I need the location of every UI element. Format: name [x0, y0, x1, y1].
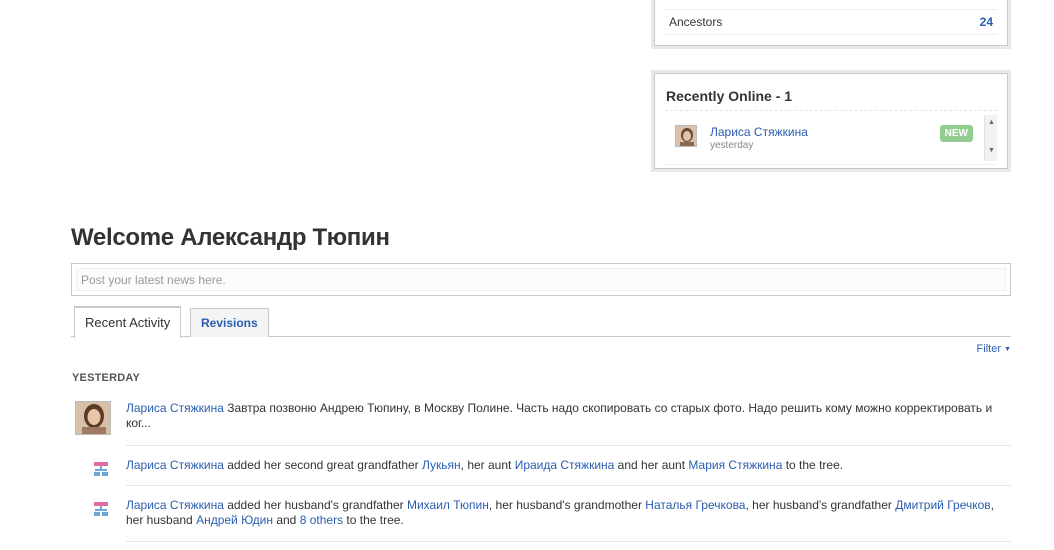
person-link[interactable]: Лукьян: [422, 458, 461, 472]
recently-online-panel: Recently Online - 1 Лариса Стяжкина yest…: [654, 73, 1008, 169]
online-user-list: Лариса Стяжкина yesterday NEW ▲ ▼: [665, 115, 997, 165]
stats-widget: Ancestors 24: [651, 0, 1011, 49]
scroll-up-icon[interactable]: ▲: [988, 119, 995, 126]
page-title: Welcome Александр Тюпин: [71, 224, 390, 251]
activity-user-link[interactable]: Лариса Стяжкина: [126, 458, 224, 472]
recently-online-title: Recently Online - 1: [665, 74, 997, 111]
new-badge: NEW: [939, 125, 973, 142]
online-user-item[interactable]: Лариса Стяжкина yesterday NEW: [665, 115, 983, 161]
activity-user-link[interactable]: Лариса Стяжкина: [126, 401, 224, 415]
activity-item: Лариса Стяжкина added her husband's gran…: [71, 486, 1011, 542]
activity-item: Лариса Стяжкина added her second great g…: [71, 446, 1011, 486]
recently-online-widget: Recently Online - 1 Лариса Стяжкина yest…: [651, 70, 1011, 172]
avatar[interactable]: [675, 125, 697, 147]
activity-text-part: and: [273, 513, 300, 527]
tab-recent-activity[interactable]: Recent Activity: [74, 306, 182, 338]
stat-count[interactable]: 24: [980, 15, 993, 29]
person-link[interactable]: Андрей Юдин: [196, 513, 273, 527]
activity-text-part: , her aunt: [460, 458, 515, 472]
family-tree-icon: [94, 462, 108, 476]
stat-row-ancestors[interactable]: Ancestors 24: [665, 9, 997, 35]
activity-text: Лариса Стяжкина added her husband's gran…: [126, 498, 1011, 528]
activity-text: Лариса Стяжкина added her second great g…: [126, 458, 1011, 473]
online-user-time: yesterday: [710, 140, 754, 151]
activity-text-part: , her husband's grandfather: [745, 498, 896, 512]
activity-user-link[interactable]: Лариса Стяжкина: [126, 498, 224, 512]
activity-text-part: to the tree.: [782, 458, 844, 472]
chevron-down-icon: ▼: [1004, 346, 1011, 353]
news-box: [71, 263, 1011, 296]
activity-text-part: added her husband's grandfather: [223, 498, 407, 512]
person-link[interactable]: Дмитрий Гречков: [895, 498, 990, 512]
person-link[interactable]: Михаил Тюпин: [407, 498, 489, 512]
stat-label: Ancestors: [669, 15, 723, 29]
activity-text-part: to the tree.: [343, 513, 404, 527]
stats-panel: Ancestors 24: [654, 0, 1008, 46]
activity-text-part: added her second great grandfather: [223, 458, 423, 472]
activity-text: Лариса Стяжкина Завтра позвоню Андрею Тю…: [126, 401, 1011, 431]
filter-label: Filter: [976, 343, 1001, 355]
others-link[interactable]: 8 others: [300, 513, 343, 527]
news-input[interactable]: [76, 268, 1006, 291]
person-link[interactable]: Мария Стяжкина: [688, 458, 782, 472]
activity-message: Завтра позвоню Андрею Тюпину, в Москву П…: [126, 401, 993, 430]
person-link[interactable]: Наталья Гречкова: [645, 498, 745, 512]
tab-revisions[interactable]: Revisions: [190, 308, 269, 337]
section-label: YESTERDAY: [72, 372, 141, 384]
family-tree-icon: [94, 502, 108, 516]
activity-tabs: Recent Activity Revisions: [71, 306, 1011, 338]
activity-text-part: and her aunt: [614, 458, 689, 472]
filter-dropdown[interactable]: Filter ▼: [977, 343, 1011, 355]
scrollbar[interactable]: ▲ ▼: [984, 115, 997, 161]
online-user-name[interactable]: Лариса Стяжкина: [710, 125, 808, 139]
activity-item: Лариса Стяжкина Завтра позвоню Андрею Тю…: [71, 398, 1011, 446]
scroll-down-icon[interactable]: ▼: [988, 147, 995, 154]
activity-text-part: , her husband's grandmother: [488, 498, 646, 512]
person-link[interactable]: Ираида Стяжкина: [515, 458, 615, 472]
divider: [126, 541, 1011, 542]
avatar[interactable]: [75, 401, 111, 435]
